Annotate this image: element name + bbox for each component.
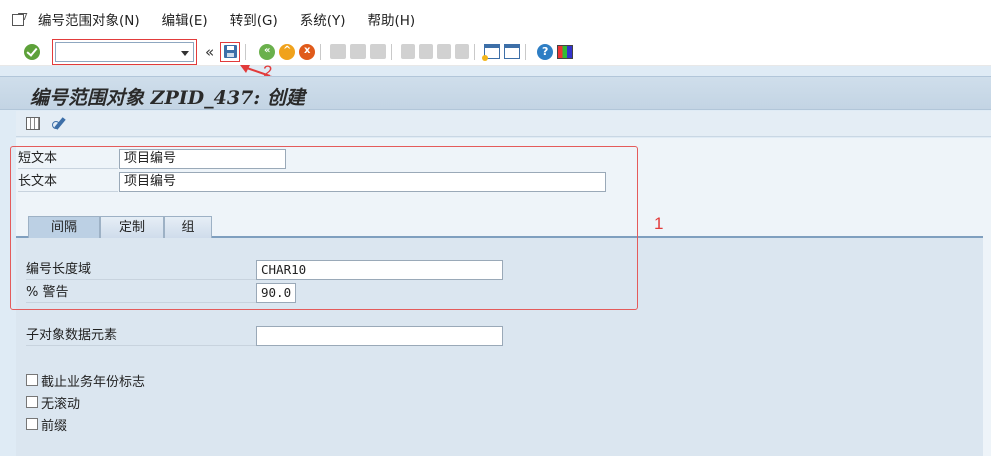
checkbox-box[interactable] [26, 396, 38, 408]
save-button[interactable] [220, 41, 241, 62]
first-page-icon[interactable] [401, 44, 416, 59]
annotation-number-1: 1 [654, 214, 664, 233]
menu-number-range-object[interactable]: 编号范围对象(N) [38, 9, 140, 29]
shortcut-icon[interactable] [504, 44, 521, 59]
previous-page-icon[interactable] [419, 44, 434, 59]
command-field-highlight [52, 38, 197, 65]
toolbar-divider [525, 43, 527, 60]
toolbar-divider [320, 43, 322, 60]
customize-layout-icon[interactable] [557, 44, 574, 59]
menu-help[interactable]: 帮助(H) [368, 9, 416, 29]
last-page-icon[interactable] [455, 44, 470, 59]
checkbox-label: 无滚动 [41, 396, 81, 412]
chevron-down-icon[interactable] [181, 50, 189, 56]
checkbox-box[interactable] [26, 374, 38, 386]
page-title: 编号范围对象 ZPID_437: 创建 [30, 87, 305, 109]
table-view-icon[interactable] [26, 117, 40, 130]
toolbar-divider [391, 43, 393, 60]
new-session-icon[interactable] [482, 44, 501, 61]
checkbox-no-rolling[interactable]: 无滚动 [26, 393, 81, 412]
back-icon[interactable] [259, 43, 276, 60]
menu-edit[interactable]: 编辑(E) [162, 9, 208, 29]
save-icon [223, 45, 237, 58]
enter-check-icon[interactable] [24, 43, 40, 60]
toolbar-divider [474, 43, 476, 60]
next-page-icon[interactable] [437, 44, 452, 59]
subobject-field[interactable] [256, 326, 503, 346]
annotation-box-1 [10, 146, 638, 310]
checkbox-box[interactable] [26, 418, 38, 430]
menu-system[interactable]: 系统(Y) [300, 9, 346, 29]
checkbox-label: 截止业务年份标志 [41, 374, 146, 390]
edit-pen-icon[interactable] [52, 117, 68, 131]
application-toolbar [16, 111, 991, 137]
menu-bar: 编号范围对象(N) 编辑(E) 转到(G) 系统(Y) 帮助(H) [0, 0, 991, 38]
checkbox-prefix[interactable]: 前缀 [26, 415, 68, 434]
checkbox-fiscal-year[interactable]: 截止业务年份标志 [26, 371, 146, 390]
help-icon[interactable]: ? [537, 43, 554, 60]
standard-toolbar: « ? [0, 38, 991, 66]
command-field[interactable] [55, 41, 194, 62]
find-next-icon[interactable] [370, 44, 387, 59]
menu-exit-icon[interactable] [12, 13, 26, 26]
checkbox-label: 前缀 [41, 418, 68, 434]
menu-goto[interactable]: 转到(G) [230, 9, 278, 29]
find-icon[interactable] [350, 44, 367, 59]
collapse-chevron-icon[interactable]: « [205, 43, 214, 61]
subobject-label: 子对象数据元素 [26, 326, 256, 346]
exit-icon[interactable] [279, 43, 296, 60]
title-bar: 编号范围对象 ZPID_437: 创建 [0, 76, 991, 110]
print-icon[interactable] [330, 44, 347, 59]
cancel-icon[interactable] [299, 43, 316, 60]
toolbar-divider [245, 43, 247, 60]
